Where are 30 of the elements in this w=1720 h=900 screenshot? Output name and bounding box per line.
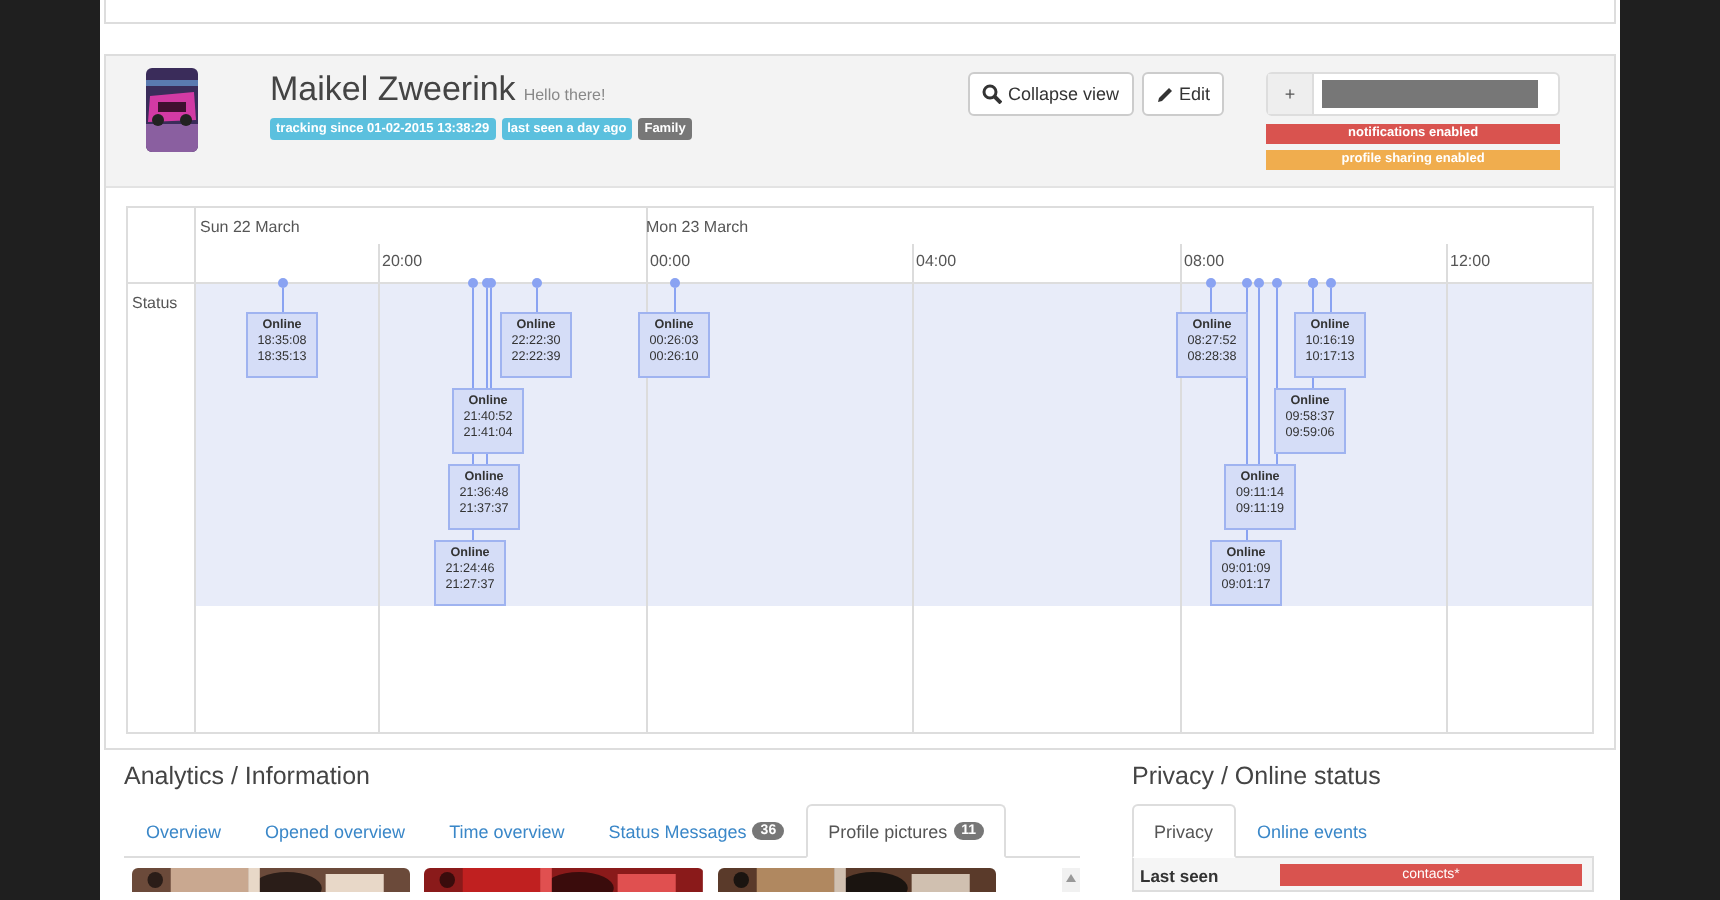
tab[interactable]: Privacy — [1132, 804, 1236, 858]
timeline-pin — [1204, 278, 1218, 312]
time-label: 04:00 — [916, 252, 957, 270]
time-label: 12:00 — [1450, 252, 1491, 270]
zoom-icon — [982, 84, 1002, 104]
timeline-pin — [530, 278, 544, 312]
tab[interactable]: Online events — [1235, 804, 1390, 858]
timeline-pin — [1324, 278, 1338, 312]
date-label: Sun 22 March — [200, 218, 300, 236]
timeline-pin — [276, 278, 290, 312]
row-label: Status — [132, 294, 178, 312]
section-title: Analytics / Information — [124, 762, 372, 794]
timeline-pin — [668, 278, 682, 312]
time-label: 08:00 — [1184, 252, 1225, 270]
status-text: Hello there! — [523, 86, 606, 104]
pencil-icon — [1155, 85, 1174, 103]
date-label: Mon 23 March — [646, 218, 749, 236]
tab[interactable]: Overview — [124, 804, 244, 858]
tab[interactable]: Time overview — [427, 804, 587, 858]
scroll-up-icon[interactable] — [1066, 874, 1077, 882]
scrollbar[interactable] — [1062, 868, 1080, 892]
collapse-view-button[interactable]: Collapse view — [968, 72, 1134, 116]
section-title: Privacy / Online status — [1132, 762, 1383, 794]
tab[interactable]: Opened overview — [243, 804, 428, 858]
time-label: 00:00 — [650, 252, 691, 270]
row-label: Last seen — [1138, 864, 1221, 886]
time-label: 20:00 — [382, 252, 423, 270]
phone-field[interactable]: + — [1266, 72, 1561, 116]
profile-name: Maikel Zweerink — [270, 70, 516, 110]
edit-button[interactable]: Edit — [1141, 72, 1225, 116]
